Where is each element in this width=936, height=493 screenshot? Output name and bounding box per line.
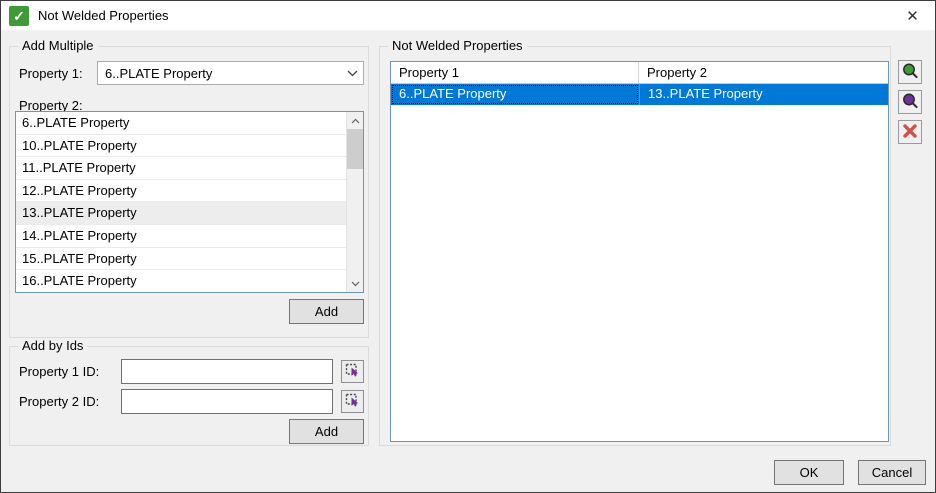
scroll-up-icon[interactable] <box>347 112 363 129</box>
property2-listbox-items: 6..PLATE Property10..PLATE Property11..P… <box>16 112 346 292</box>
checkmark-icon: ✓ <box>9 6 29 26</box>
list-item[interactable]: 6..PLATE Property <box>16 112 346 135</box>
scroll-down-icon[interactable] <box>347 275 363 292</box>
add-by-ids-group-label: Add by Ids <box>18 338 87 353</box>
table-body: 6..PLATE Property13..PLATE Property <box>391 84 888 105</box>
delete-icon <box>901 122 919 143</box>
close-button[interactable]: ✕ <box>890 1 935 31</box>
table-header: Property 1 Property 2 <box>391 62 888 84</box>
property2-id-input[interactable] <box>121 389 333 414</box>
scrollbar-thumb[interactable] <box>347 129 364 169</box>
list-item[interactable]: 12..PLATE Property <box>16 180 346 203</box>
not-welded-properties-dialog: ✓ Not Welded Properties ✕ Add Multiple P… <box>0 0 936 493</box>
list-item[interactable]: 11..PLATE Property <box>16 157 346 180</box>
property2-listbox: 6..PLATE Property10..PLATE Property11..P… <box>15 111 364 293</box>
column-header-property2[interactable]: Property 2 <box>639 62 888 83</box>
pick-from-model-icon <box>345 393 360 411</box>
property1-id-input[interactable] <box>121 359 333 384</box>
listbox-scrollbar[interactable] <box>346 112 363 292</box>
table-cell[interactable]: 13..PLATE Property <box>639 84 888 105</box>
list-item[interactable]: 14..PLATE Property <box>16 225 346 248</box>
zoom-selected-button[interactable] <box>898 60 922 84</box>
not-welded-table: Property 1 Property 2 6..PLATE Property1… <box>390 61 889 442</box>
list-item[interactable]: 10..PLATE Property <box>16 135 346 158</box>
window-title: Not Welded Properties <box>38 8 169 23</box>
property2-pick-button[interactable] <box>341 390 364 413</box>
ok-button[interactable]: OK <box>774 460 844 485</box>
list-item[interactable]: 13..PLATE Property <box>16 202 346 225</box>
column-header-property1[interactable]: Property 1 <box>391 62 639 83</box>
add-multiple-button[interactable]: Add <box>289 299 364 324</box>
close-icon: ✕ <box>906 7 919 25</box>
table-cell[interactable]: 6..PLATE Property <box>391 84 639 105</box>
property1-id-label: Property 1 ID: <box>19 364 99 379</box>
not-welded-group-label: Not Welded Properties <box>388 38 527 53</box>
cancel-button[interactable]: Cancel <box>858 460 926 485</box>
list-item[interactable]: 16..PLATE Property <box>16 270 346 293</box>
zoom-purple-icon <box>901 92 919 113</box>
chevron-down-icon <box>341 70 363 77</box>
zoom-all-button[interactable] <box>898 90 922 114</box>
property2-id-label: Property 2 ID: <box>19 394 99 409</box>
delete-row-button[interactable] <box>898 120 922 144</box>
title-bar: ✓ Not Welded Properties ✕ <box>1 1 935 31</box>
zoom-green-icon <box>901 62 919 83</box>
add-by-ids-button[interactable]: Add <box>289 419 364 444</box>
list-item[interactable]: 15..PLATE Property <box>16 248 346 271</box>
property1-label: Property 1: <box>19 66 83 81</box>
table-row[interactable]: 6..PLATE Property13..PLATE Property <box>391 84 888 105</box>
pick-from-model-icon <box>345 363 360 381</box>
property1-combobox[interactable]: 6..PLATE Property <box>97 61 364 85</box>
property1-pick-button[interactable] <box>341 360 364 383</box>
property1-combobox-value: 6..PLATE Property <box>98 66 341 81</box>
dialog-body: Add Multiple Property 1: 6..PLATE Proper… <box>1 31 935 492</box>
add-multiple-group-label: Add Multiple <box>18 38 98 53</box>
